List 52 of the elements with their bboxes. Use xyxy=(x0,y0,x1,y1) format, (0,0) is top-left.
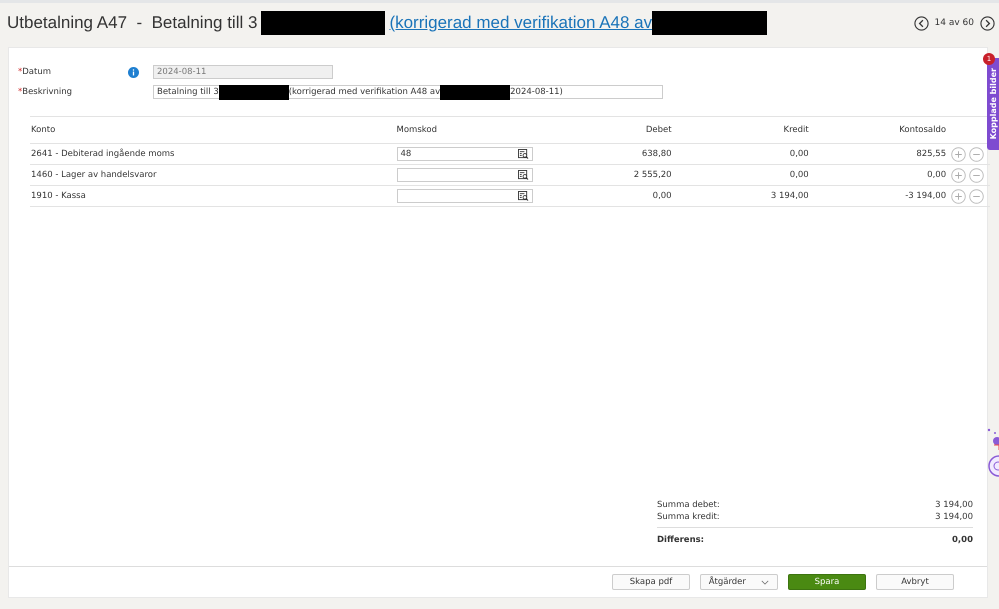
required-marker: * xyxy=(18,67,22,77)
redaction-block xyxy=(440,84,510,100)
credit-cell: 0,00 xyxy=(790,149,809,159)
lookup-icon[interactable] xyxy=(518,170,529,180)
debit-cell: 0,00 xyxy=(652,191,672,201)
total-label: Summa debet: xyxy=(657,499,720,511)
balance-cell: -3 194,00 xyxy=(905,191,946,201)
previous-icon[interactable] xyxy=(914,16,929,30)
required-marker: * xyxy=(18,87,22,97)
total-value: 3 194,00 xyxy=(935,511,973,523)
lookup-icon[interactable] xyxy=(518,149,529,159)
total-value: 0,00 xyxy=(952,534,973,546)
lookup-icon[interactable] xyxy=(518,191,529,201)
side-tab-label: Kopplade bilder xyxy=(988,68,998,140)
debit-cell: 2 555,20 xyxy=(634,170,672,180)
column-header: Kontosaldo xyxy=(810,116,948,144)
verification-link[interactable]: (korrigerad med verifikation A48 av xyxy=(389,13,652,33)
debit-cell: 638,80 xyxy=(642,149,672,159)
column-header: Momskod xyxy=(396,116,534,144)
account-cell: 1460 - Lager av handelsvaror xyxy=(31,170,156,180)
total-label: Summa kredit: xyxy=(657,511,720,523)
vat-code-field[interactable] xyxy=(396,168,533,182)
action-button[interactable]: Avbryt xyxy=(876,574,954,590)
credit-cell: 3 194,00 xyxy=(770,191,809,201)
account-cell: 1910 - Kassa xyxy=(31,191,86,201)
column-header: Kredit xyxy=(672,116,810,144)
field-label: Beskrivning xyxy=(22,87,72,97)
page-counter: 14 av 60 xyxy=(934,18,974,28)
description-field[interactable]: Betalning till 3 (korrigerad med verifikation A48 av 2024-08-11) xyxy=(153,85,663,99)
redaction-block xyxy=(218,84,289,100)
vat-code-field[interactable] xyxy=(396,189,533,203)
actions-dropdown[interactable]: Åtgärder xyxy=(700,574,778,590)
field-text: Betalning till 3 xyxy=(157,87,219,97)
total-label: Differens: xyxy=(657,534,704,546)
field-text: 2024-08-11) xyxy=(510,87,563,97)
credit-cell: 0,00 xyxy=(790,170,809,180)
action-button[interactable]: Skapa pdf xyxy=(612,574,690,590)
total-value: 3 194,00 xyxy=(935,499,973,511)
assistant-icon[interactable] xyxy=(985,427,999,477)
column-header: Konto xyxy=(30,116,396,144)
account-cell: 2641 - Debiterad ingående moms xyxy=(31,149,174,159)
next-icon[interactable] xyxy=(980,16,995,30)
caret-icon xyxy=(761,580,770,584)
field-text: (korrigerad med verifikation A48 av xyxy=(288,87,440,97)
column-header: Debet xyxy=(534,116,673,144)
field-label: Datum xyxy=(22,67,52,77)
info-icon[interactable] xyxy=(128,66,139,78)
save-button[interactable]: Spara xyxy=(788,574,866,590)
balance-cell: 825,55 xyxy=(916,149,946,159)
vat-code-field[interactable]: 48 xyxy=(396,147,533,161)
balance-cell: 0,00 xyxy=(927,170,946,180)
page-title: Utbetalning A47 - Betalning till 3 xyxy=(7,13,258,33)
